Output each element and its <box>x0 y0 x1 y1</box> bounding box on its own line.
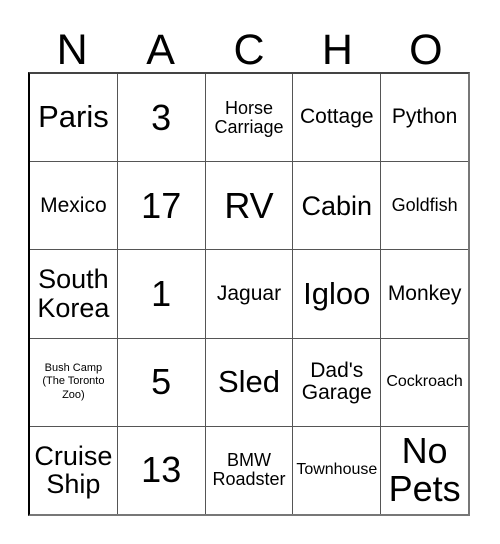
bingo-cell[interactable]: Cruise Ship <box>30 427 117 514</box>
bingo-cell-label: 3 <box>151 96 172 138</box>
bingo-cell-label: Monkey <box>387 281 462 305</box>
bingo-cell-label: 1 <box>151 272 172 314</box>
bingo-cell-label: RV <box>224 184 274 226</box>
bingo-header-letter-n: N <box>56 26 88 74</box>
bingo-header-letter-h: H <box>321 26 353 74</box>
bingo-cell[interactable]: 1 <box>116 250 205 338</box>
bingo-cell-label: No Pets <box>388 430 461 510</box>
bingo-card: N A C H O Paris 3 Horse Carriage Cottage… <box>0 0 500 544</box>
bingo-header-row: N A C H O <box>28 18 470 72</box>
bingo-cell[interactable]: Mexico <box>30 162 117 249</box>
bingo-cell[interactable]: Goldfish <box>380 162 468 250</box>
bingo-cell-label: 17 <box>141 184 182 226</box>
bingo-cell[interactable]: Paris <box>30 74 117 161</box>
bingo-cell-label: South Korea <box>37 264 110 323</box>
bingo-cell-label: Goldfish <box>391 195 458 216</box>
bingo-cell[interactable]: 13 <box>116 426 205 515</box>
bingo-cell[interactable]: Dad's Garage <box>292 338 380 426</box>
bingo-cell-label: Townhouse <box>296 460 378 478</box>
bingo-header-letter-a: A <box>146 26 175 74</box>
bingo-cell-label: Cabin <box>301 190 373 221</box>
bingo-cell[interactable]: 17 <box>116 162 205 250</box>
bingo-cell[interactable]: Bush Camp (The Toronto Zoo) <box>30 339 117 426</box>
bingo-row: Paris 3 Horse Carriage Cottage Python <box>30 74 468 162</box>
bingo-cell[interactable]: Cottage <box>292 74 380 162</box>
bingo-cell[interactable]: Horse Carriage <box>204 74 293 162</box>
bingo-cell-label: Cottage <box>300 105 374 129</box>
bingo-cell[interactable]: Cabin <box>292 162 380 250</box>
bingo-cell[interactable]: 5 <box>116 338 205 426</box>
bingo-row: Cruise Ship 13 BMW Roadster Townhouse No… <box>30 425 468 515</box>
bingo-cell[interactable]: Townhouse <box>292 426 380 515</box>
bingo-cell[interactable]: No Pets <box>380 426 468 515</box>
bingo-cell-label: Python <box>391 105 458 129</box>
bingo-cell-label: Igloo <box>303 275 371 311</box>
bingo-cell[interactable]: Sled <box>204 338 293 426</box>
bingo-cell[interactable]: Python <box>380 74 468 162</box>
bingo-cell[interactable]: South Korea <box>30 250 117 337</box>
bingo-header-letter-o: O <box>409 26 443 74</box>
bingo-grid: Paris 3 Horse Carriage Cottage Python Me… <box>28 72 470 516</box>
bingo-cell[interactable]: RV <box>204 162 293 250</box>
bingo-cell-label: Dad's Garage <box>301 358 372 405</box>
bingo-cell[interactable]: 3 <box>116 74 205 162</box>
bingo-cell[interactable]: Monkey <box>380 250 468 338</box>
bingo-cell-label: Bush Camp (The Toronto Zoo) <box>42 361 105 402</box>
bingo-row: South Korea 1 Jaguar Igloo Monkey <box>30 249 468 338</box>
bingo-cell-label: 13 <box>141 449 182 491</box>
bingo-row: Bush Camp (The Toronto Zoo) 5 Sled Dad's… <box>30 337 468 426</box>
bingo-cell-label: BMW Roadster <box>212 450 286 490</box>
bingo-row: Mexico 17 RV Cabin Goldfish <box>30 161 468 250</box>
bingo-cell-label: 5 <box>151 361 172 403</box>
bingo-cell-label: Mexico <box>40 193 107 217</box>
bingo-cell-label: Horse Carriage <box>214 97 284 137</box>
bingo-cell[interactable]: Cockroach <box>380 338 468 426</box>
bingo-header-letter-c: C <box>233 26 265 74</box>
bingo-cell-label: Sled <box>217 363 281 399</box>
bingo-cell-label: Cruise Ship <box>34 440 113 500</box>
bingo-cell-label: Paris <box>38 99 109 135</box>
bingo-cell-label: Cockroach <box>386 372 463 390</box>
bingo-cell[interactable]: BMW Roadster <box>204 426 293 515</box>
bingo-cell-label: Jaguar <box>216 281 282 305</box>
bingo-cell[interactable]: Igloo <box>292 250 380 338</box>
bingo-cell[interactable]: Jaguar <box>204 250 293 338</box>
